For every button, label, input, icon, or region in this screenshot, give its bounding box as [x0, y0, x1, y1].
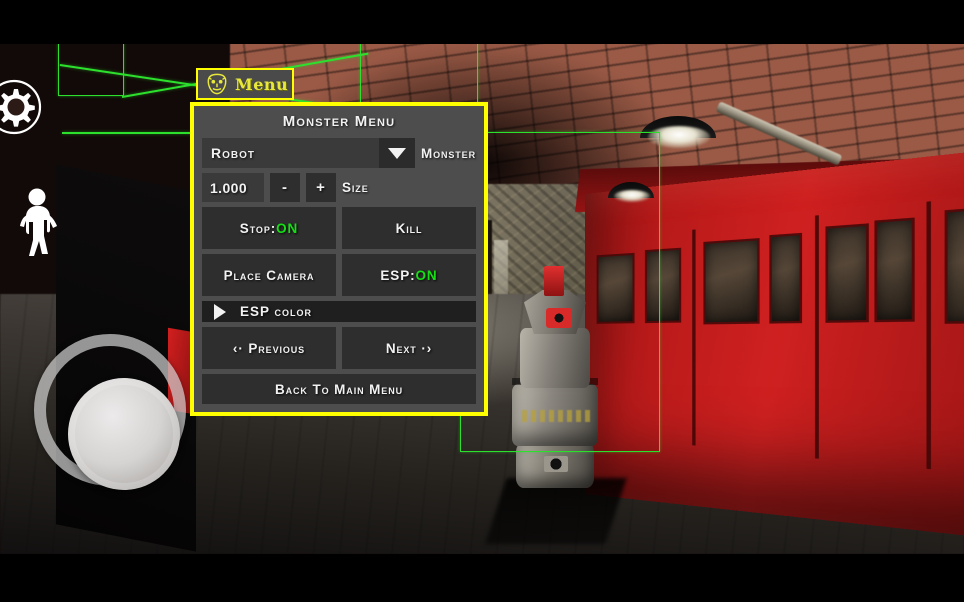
esp-box-far-2 [360, 44, 478, 108]
monster-select-label: Monster [420, 145, 476, 161]
action-row-2: Place Camera ESP: ON [202, 254, 476, 296]
menu-toggle-label: Menu [235, 74, 289, 94]
esp-box-robot [460, 132, 660, 452]
action-row-1: Stop: ON Kill [202, 207, 476, 249]
esp-color-expander[interactable]: ESP color [202, 301, 476, 322]
monster-menu-panel: Monster Menu Robot Monster 1.000 - + Siz… [190, 102, 488, 416]
next-button[interactable]: Next ·› [342, 327, 476, 369]
size-label: Size [342, 180, 369, 195]
esp-color-label: ESP color [240, 304, 313, 319]
esp-button-prefix: ESP: [380, 267, 416, 283]
game-screen: Menu Monster Menu Robot Monster 1.000 - … [0, 0, 964, 602]
back-to-main-menu-button[interactable]: Back To Main Menu [202, 374, 476, 404]
walk-mode-button[interactable] [12, 186, 66, 268]
monster-select-value: Robot [211, 145, 255, 161]
gear-icon [0, 79, 42, 135]
movement-joystick[interactable] [34, 334, 186, 490]
esp-button-state: ON [415, 267, 438, 283]
settings-button[interactable] [0, 79, 42, 135]
esp-toggle-button[interactable]: ESP: ON [342, 254, 476, 296]
monster-select[interactable]: Robot [202, 138, 415, 168]
kill-button[interactable]: Kill [342, 207, 476, 249]
stop-button[interactable]: Stop: ON [202, 207, 336, 249]
joystick-knob[interactable] [68, 378, 180, 490]
mask-face-icon [207, 73, 227, 95]
stop-button-state: ON [276, 220, 299, 236]
walking-person-icon [20, 188, 57, 256]
letterbox-top [0, 0, 964, 44]
stop-button-prefix: Stop: [239, 220, 277, 236]
chevron-down-icon[interactable] [378, 138, 415, 168]
size-decrement-button[interactable]: - [270, 173, 300, 202]
monster-select-row: Robot Monster [202, 138, 476, 168]
page-title: Monster Menu [282, 113, 396, 130]
triangle-right-icon [214, 303, 226, 320]
place-camera-button[interactable]: Place Camera [202, 254, 336, 296]
menu-toggle-button[interactable]: Menu [196, 68, 294, 100]
size-row: 1.000 - + Size [202, 173, 476, 202]
size-increment-button[interactable]: + [306, 173, 336, 202]
previous-button[interactable]: ‹· Previous [202, 327, 336, 369]
pagination-row: ‹· Previous Next ·› [202, 327, 476, 369]
letterbox-bottom [0, 554, 964, 602]
size-input[interactable]: 1.000 [202, 173, 264, 202]
